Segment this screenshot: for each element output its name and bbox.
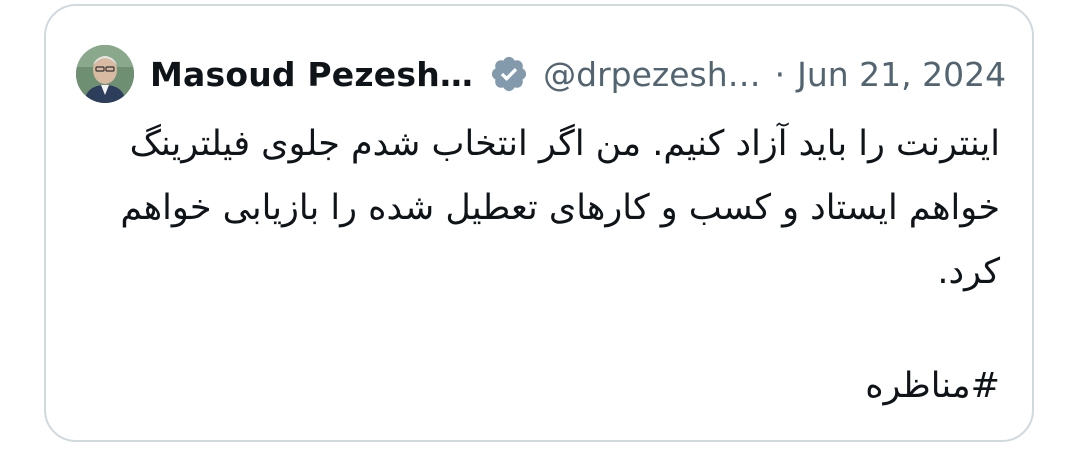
author-avatar[interactable]	[76, 45, 134, 103]
author-name[interactable]: Masoud Pezesh…	[150, 55, 473, 94]
verified-badge-icon	[489, 54, 529, 94]
tweet-text: اینترنت را باید آزاد کنیم. من اگر انتخاب…	[70, 112, 1000, 304]
author-handle[interactable]: @drpezesh…	[543, 55, 761, 94]
separator-dot: ·	[774, 54, 786, 94]
tweet-text-line: کرد.	[937, 252, 1000, 292]
tweet-text-line: اینترنت را باید آزاد کنیم. من اگر انتخاب…	[129, 124, 1000, 164]
tweet-date[interactable]: Jun 21, 2024	[797, 55, 1006, 94]
avatar-image	[76, 45, 134, 103]
quoted-tweet-card[interactable]: Masoud Pezesh… @drpezesh… · Jun 21, 2024…	[44, 4, 1034, 442]
hashtag-link[interactable]: #مناظره	[865, 354, 1000, 418]
tweet-header: Masoud Pezesh… @drpezesh… · Jun 21, 2024	[76, 42, 1006, 106]
tweet-text-line: خواهم ایستاد و کسب و کارهای تعطیل شده را…	[120, 188, 1000, 228]
